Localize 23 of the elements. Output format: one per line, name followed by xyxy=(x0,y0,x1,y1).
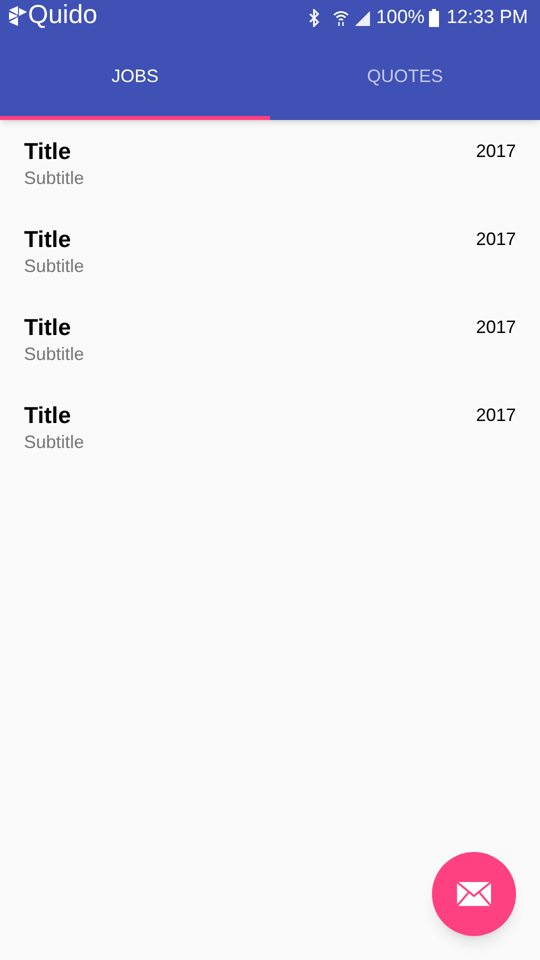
bluetooth-icon xyxy=(308,9,320,27)
envelope-icon xyxy=(456,881,492,907)
wifi-icon xyxy=(332,9,350,27)
battery-icon xyxy=(428,9,439,27)
clock: 12:33 PM xyxy=(446,6,528,30)
item-title: Title xyxy=(24,225,72,254)
item-title: Title xyxy=(24,313,72,342)
item-year: 2017 xyxy=(476,140,516,163)
item-year: 2017 xyxy=(476,316,516,339)
item-subtitle: Subtitle xyxy=(24,431,84,454)
item-subtitle: Subtitle xyxy=(24,167,84,190)
item-title: Title xyxy=(24,401,72,430)
item-title: Title xyxy=(24,137,72,166)
item-year: 2017 xyxy=(476,228,516,251)
tab[interactable]: QUOTES xyxy=(270,36,540,120)
tab[interactable]: JOBS xyxy=(0,36,270,120)
app-title: Quido xyxy=(28,0,98,28)
item-year: 2017 xyxy=(476,404,516,427)
battery-percent: 100% xyxy=(376,6,425,30)
signal-icon xyxy=(354,10,372,26)
item-subtitle: Subtitle xyxy=(24,255,84,278)
item-subtitle: Subtitle xyxy=(24,343,84,366)
logo-icon xyxy=(8,5,28,27)
